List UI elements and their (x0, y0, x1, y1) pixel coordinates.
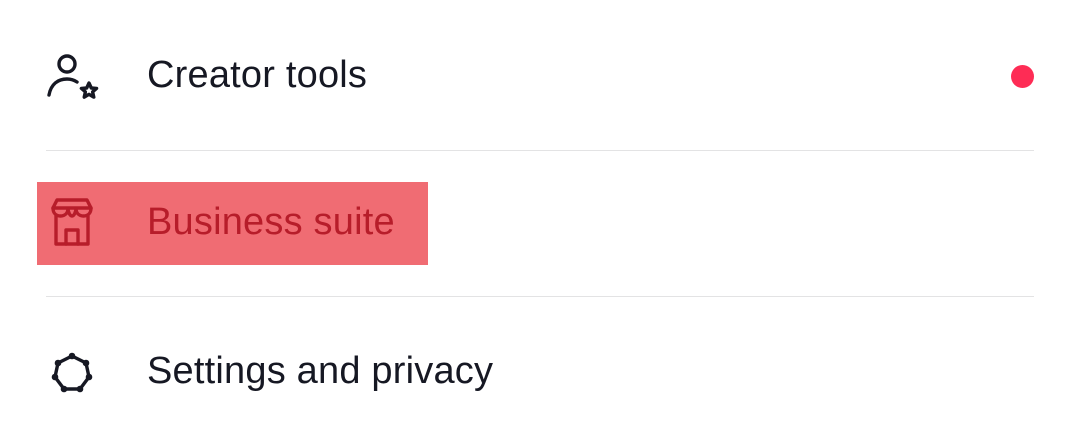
settings-menu: Creator tools Business suite Settings an… (0, 0, 1080, 433)
menu-item-settings-and-privacy[interactable]: Settings and privacy (0, 312, 1080, 432)
menu-item-creator-tools[interactable]: Creator tools (0, 16, 1080, 136)
gear-icon (42, 344, 102, 404)
menu-item-business-suite[interactable]: Business suite (0, 162, 1080, 282)
menu-item-label: Business suite (147, 201, 395, 243)
divider (46, 150, 1034, 151)
menu-item-label: Creator tools (147, 54, 368, 96)
divider (46, 296, 1034, 297)
creator-tools-icon (42, 48, 102, 108)
menu-item-label: Settings and privacy (147, 350, 494, 392)
notification-dot (1011, 65, 1034, 88)
storefront-icon (42, 192, 102, 252)
